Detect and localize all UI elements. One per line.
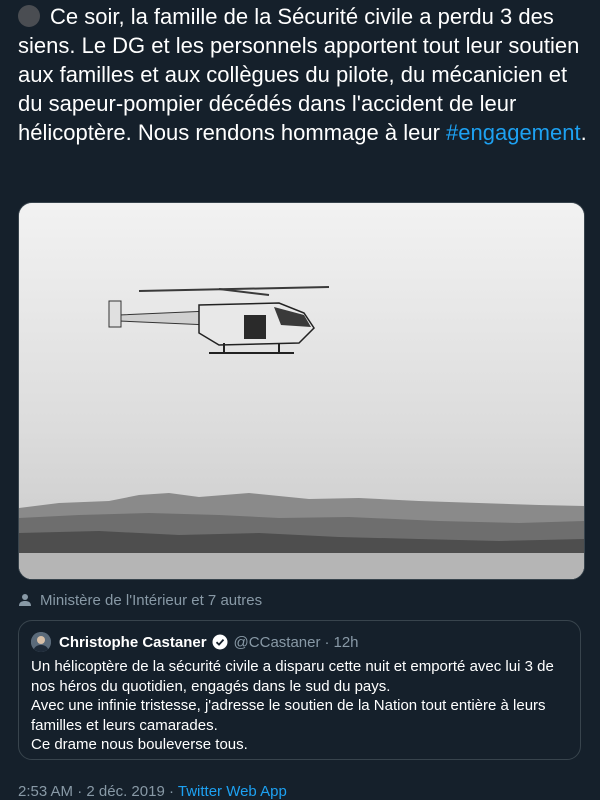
black-circle-emoji-icon (18, 5, 40, 27)
quoted-tweet[interactable]: Christophe Castaner @CCastaner · 12h Un … (18, 620, 581, 760)
quoted-tweet-header: Christophe Castaner @CCastaner · 12h (31, 631, 568, 653)
tweet-photo[interactable] (18, 202, 585, 580)
meta-separator: · (164, 783, 178, 800)
tweet-text: Ce soir, la famille de la Sécurité civil… (18, 2, 593, 147)
verified-badge-icon (212, 634, 228, 650)
person-icon (18, 593, 32, 607)
avatar[interactable] (31, 632, 51, 652)
tweet-time[interactable]: 2:53 AM (18, 783, 73, 800)
tagged-users-label: Ministère de l'Intérieur et 7 autres (40, 591, 263, 609)
source-app-link[interactable]: Twitter Web App (178, 783, 287, 800)
quoted-author-handle[interactable]: @CCastaner (234, 634, 321, 651)
quoted-tweet-body: Un hélicoptère de la sécurité civile a d… (31, 658, 554, 753)
hashtag-link[interactable]: #engagement (446, 120, 581, 145)
tweet-text-end: . (580, 120, 587, 145)
quoted-author-name[interactable]: Christophe Castaner (59, 634, 207, 651)
helicopter-photo (19, 203, 584, 579)
tagged-users[interactable]: Ministère de l'Intérieur et 7 autres (18, 588, 262, 612)
header-separator: · (324, 633, 330, 651)
tweet-meta: 2:53 AM · 2 déc. 2019 · Twitter Web App (18, 783, 287, 800)
tweet-date[interactable]: 2 déc. 2019 (86, 783, 164, 800)
meta-separator: · (73, 783, 87, 800)
quoted-tweet-time[interactable]: 12h (333, 634, 358, 651)
